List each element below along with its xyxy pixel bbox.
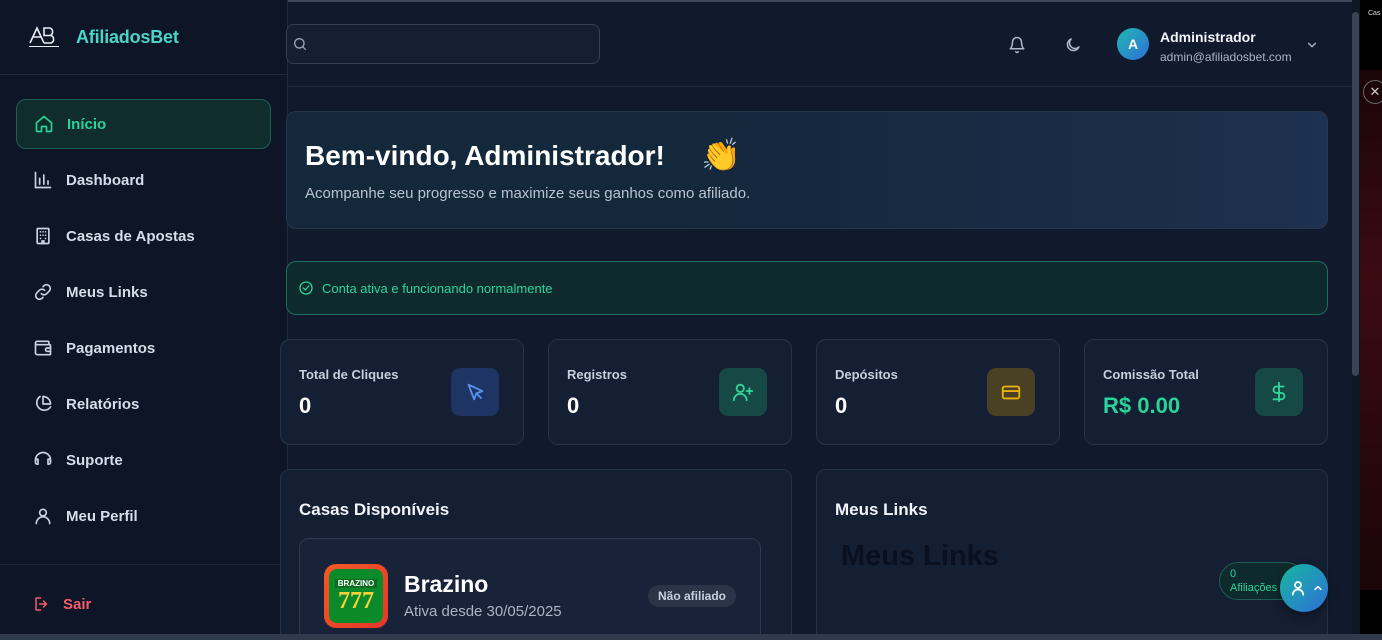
sidebar-item-label: Suporte (66, 451, 123, 469)
sidebar-item-casas-de-apostas[interactable]: Casas de Apostas (16, 211, 271, 261)
bar-chart-icon (34, 171, 52, 189)
adjacent-window-edge: Cas ✕ (1360, 0, 1382, 640)
sidebar-item-label: Pagamentos (66, 339, 156, 357)
stat-value: 0 (567, 393, 580, 418)
account-status-text: Conta ativa e funcionando normalmente (322, 280, 553, 296)
stat-card-comissao: Comissão Total R$ 0.00 (1084, 339, 1328, 445)
links-panel: Meus Links Meus Links 0 Afiliações (816, 469, 1328, 640)
stat-card-cliques: Total de Cliques 0 (280, 339, 524, 445)
sidebar-nav: Início Dashboard Casas de Apostas Meus L… (0, 75, 287, 541)
cursor-click-icon (467, 383, 484, 401)
brand[interactable]: AfiliadosBet (0, 0, 287, 75)
stat-label: Comissão Total (1103, 367, 1199, 382)
building-icon (36, 227, 50, 245)
casa-logo-text: BRAZINO (334, 578, 378, 588)
adjacent-tab-text: Cas (1368, 10, 1381, 17)
logout-icon (35, 597, 48, 611)
stat-value: 0 (835, 393, 848, 418)
support-chat-button[interactable] (1280, 564, 1328, 612)
sidebar-item-relatorios[interactable]: Relatórios (16, 379, 271, 429)
moon-icon[interactable] (1064, 36, 1082, 54)
chevron-down-icon[interactable] (1305, 38, 1319, 52)
close-icon[interactable]: ✕ (1363, 80, 1382, 104)
dollar-icon (1272, 381, 1286, 403)
account-status-alert: Conta ativa e funcionando normalmente (286, 261, 1328, 315)
stat-label: Total de Cliques (299, 367, 399, 382)
brand-name: AfiliadosBet (76, 26, 179, 47)
wallet-icon (34, 340, 52, 356)
welcome-title: Bem-vindo, Administrador! (305, 140, 665, 171)
user-icon (35, 508, 51, 525)
check-circle-icon (299, 281, 313, 295)
search-input[interactable] (286, 24, 600, 64)
casa-logo-number: 777 (338, 587, 374, 614)
user-icon (1291, 581, 1305, 596)
casa-logo: BRAZINO 777 (324, 564, 388, 628)
sidebar-footer: Sair (0, 564, 287, 634)
link-icon (34, 283, 52, 301)
sidebar-item-meus-links[interactable]: Meus Links (16, 267, 271, 317)
adjacent-window-content (1360, 70, 1382, 590)
status-badge: Não afiliado (647, 585, 736, 607)
stat-card-registros: Registros 0 (548, 339, 792, 445)
stat-label: Depósitos (835, 367, 898, 382)
stat-value: R$ 0.00 (1103, 393, 1181, 418)
headphones-icon (34, 451, 52, 465)
links-title: Meus Links (835, 500, 928, 519)
stat-badge (987, 368, 1035, 416)
sidebar-item-label: Meus Links (66, 283, 148, 301)
welcome-banner: Bem-vindo, Administrador! 👏 Acompanhe se… (286, 111, 1328, 229)
stat-badge (451, 368, 499, 416)
sidebar-item-label: Dashboard (66, 171, 145, 189)
sidebar-item-meu-perfil[interactable]: Meu Perfil (16, 491, 271, 541)
stat-badge (719, 368, 767, 416)
home-icon (35, 115, 53, 133)
sidebar-item-label: Relatórios (66, 395, 140, 413)
scrollbar-thumb[interactable] (1352, 12, 1359, 376)
bottom-border (0, 634, 1382, 640)
brand-logo-icon (29, 26, 59, 47)
casa-card[interactable]: BRAZINO 777 Brazino Ativa desde 30/05/20… (299, 538, 761, 640)
casa-name: Brazino (404, 571, 489, 597)
avatar[interactable]: A (1117, 28, 1149, 60)
sidebar-item-inicio[interactable]: Início (16, 99, 271, 149)
top-header: A Administrador admin@afiliadosbet.com (286, 0, 1352, 87)
sidebar-item-dashboard[interactable]: Dashboard (16, 155, 271, 205)
stat-badge (1255, 368, 1303, 416)
user-name[interactable]: Administrador (1160, 29, 1256, 45)
user-plus-icon (732, 383, 754, 402)
sidebar-item-label: Início (67, 115, 107, 133)
sidebar-item-label: Casas de Apostas (66, 227, 195, 245)
links-heading: Meus Links (841, 540, 999, 572)
chevron-up-icon (1314, 585, 1322, 591)
bell-icon[interactable] (1008, 36, 1026, 54)
sidebar: AfiliadosBet Início Dashboard Casas de A… (0, 0, 288, 634)
sidebar-item-label: Meu Perfil (66, 507, 138, 525)
casas-title: Casas Disponíveis (299, 500, 450, 519)
logout-button[interactable]: Sair (33, 595, 91, 613)
sidebar-item-pagamentos[interactable]: Pagamentos (16, 323, 271, 373)
casa-since: Ativa desde 30/05/2025 (404, 603, 562, 620)
casas-panel: Casas Disponíveis BRAZINO 777 Brazino At… (280, 469, 792, 640)
logout-label: Sair (63, 595, 92, 613)
sidebar-item-suporte[interactable]: Suporte (16, 435, 271, 485)
stat-value: 0 (299, 393, 312, 418)
pie-chart-icon (35, 395, 52, 412)
welcome-subtitle: Acompanhe seu progresso e maximize seus … (305, 185, 751, 202)
user-email: admin@afiliadosbet.com (1160, 50, 1292, 64)
stat-card-depositos: Depósitos 0 (816, 339, 1060, 445)
stat-label: Registros (567, 367, 627, 382)
clapping-hands-icon: 👏 (701, 136, 741, 174)
credit-card-icon (1001, 385, 1021, 400)
search-icon (294, 38, 306, 50)
